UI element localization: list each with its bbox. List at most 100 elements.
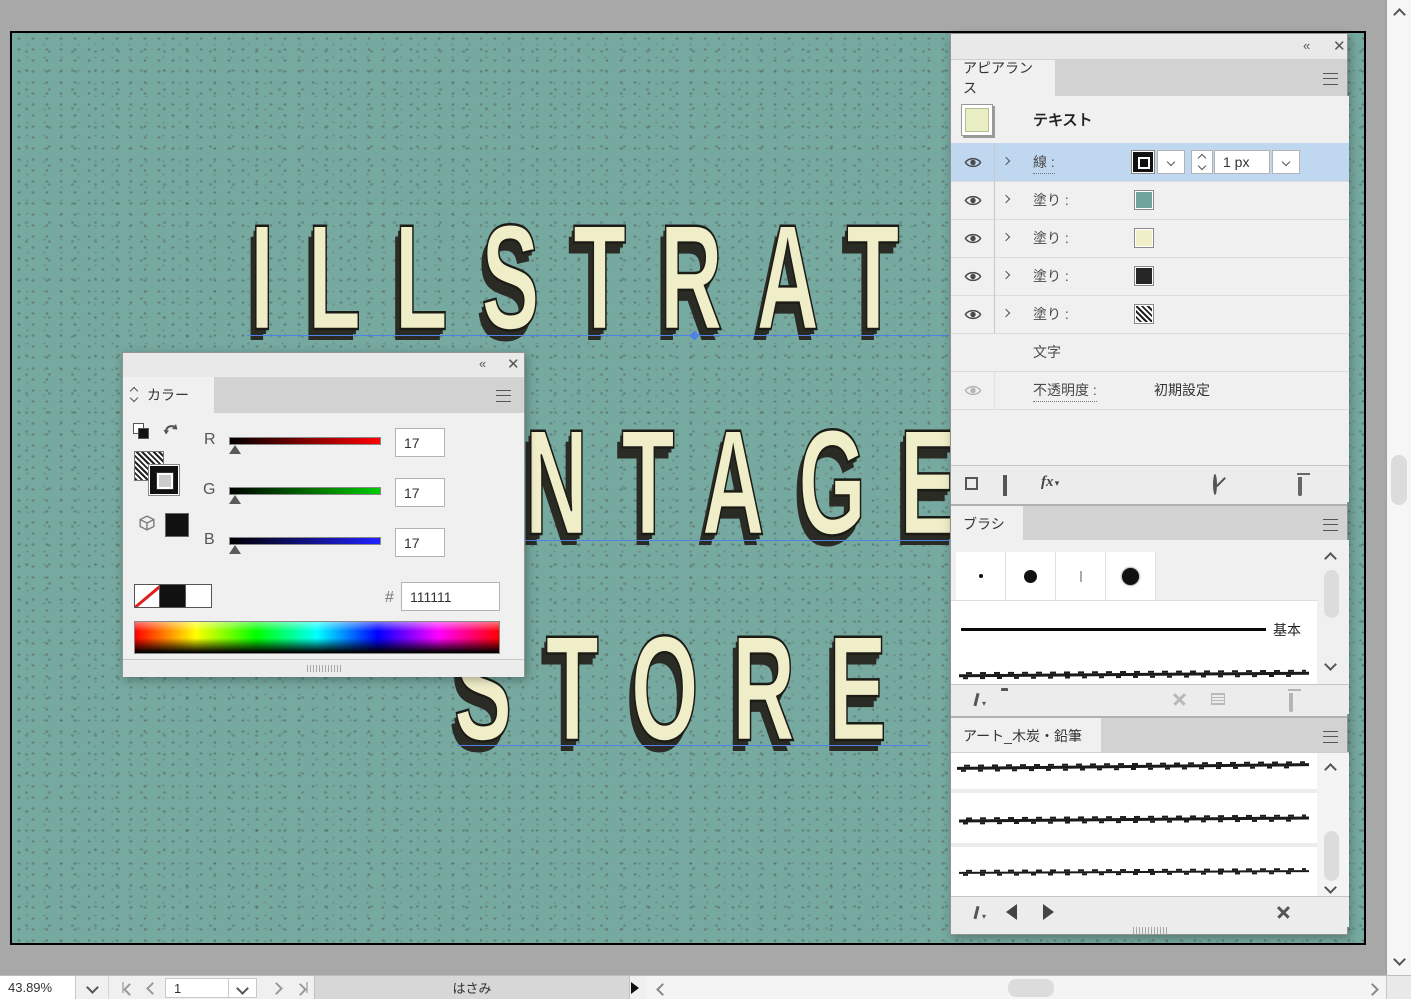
brush-libraries-caret-icon[interactable]: ▾ [982, 699, 986, 708]
appearance-row-characters[interactable]: 文字 [951, 333, 1349, 372]
last-artboard-icon[interactable] [296, 982, 308, 997]
fill-pattern-swatch[interactable] [1134, 304, 1154, 324]
stroke-width-stepper[interactable] [1191, 150, 1213, 174]
collapse-panel-icon[interactable]: « [479, 356, 484, 371]
channel-g-slider[interactable] [229, 487, 381, 495]
zoom-level-field[interactable]: 43.89% [0, 976, 76, 999]
channel-r-input[interactable]: 17 [395, 428, 445, 457]
appearance-row-opacity[interactable]: 不透明度 : 初期設定 [951, 371, 1349, 410]
visibility-eye-icon[interactable] [951, 371, 995, 409]
expand-chevron-icon[interactable] [1002, 195, 1010, 203]
channel-b-input[interactable]: 17 [395, 528, 445, 557]
delete-brush-icon[interactable] [1289, 693, 1293, 712]
scroll-down-icon[interactable] [1324, 658, 1337, 671]
brush-item-dot-medium[interactable] [1006, 552, 1056, 600]
color-spectrum-bar[interactable] [134, 621, 500, 654]
scroll-up-icon[interactable] [1324, 763, 1337, 776]
headline-line-2[interactable]: NTAGE [525, 407, 991, 557]
stroke-color-swatch[interactable] [1131, 150, 1155, 174]
stroke-swatch-dropdown[interactable] [1157, 150, 1185, 174]
fill-label[interactable]: 塗り : [1033, 304, 1069, 324]
tab-brushes[interactable]: ブラシ [951, 506, 1023, 542]
color-panel-menu-icon[interactable] [496, 390, 511, 402]
add-new-stroke-icon[interactable] [965, 477, 978, 490]
channel-b-slider[interactable] [229, 537, 381, 545]
current-tool-indicator[interactable]: はさみ [314, 976, 630, 999]
scroll-left-icon[interactable] [656, 983, 669, 996]
horizontal-scrollbar-thumb[interactable] [1008, 979, 1054, 997]
brush-item-dot-small[interactable] [956, 552, 1006, 600]
fill-label[interactable]: 塗り : [1033, 266, 1069, 286]
opacity-label[interactable]: 不透明度 : [1033, 380, 1097, 402]
expand-chevron-icon[interactable] [1002, 233, 1010, 241]
scrollbar-thumb[interactable] [1324, 570, 1339, 618]
expand-chevron-icon[interactable] [1002, 309, 1010, 317]
scroll-right-icon[interactable] [1366, 983, 1379, 996]
scroll-up-icon[interactable] [1393, 8, 1406, 21]
brush-item-line-thin[interactable] [1056, 552, 1106, 600]
fill-color-swatch[interactable] [1134, 228, 1154, 248]
gamut-color-swatch[interactable] [165, 513, 189, 537]
tab-color[interactable]: カラー [123, 377, 214, 413]
fill-label[interactable]: 塗り : [1033, 228, 1069, 248]
stroke-label[interactable]: 線 : [1033, 152, 1055, 174]
add-effect-icon[interactable]: fx ▾ [1041, 474, 1059, 491]
art-brush-item-2[interactable] [951, 789, 1319, 847]
white-swatch[interactable] [186, 584, 212, 608]
channel-r-slider-thumb[interactable] [229, 445, 241, 454]
visibility-eye-icon[interactable] [951, 257, 995, 295]
clear-appearance-icon[interactable] [1213, 474, 1217, 495]
add-new-fill-icon[interactable] [1003, 475, 1007, 496]
next-library-icon[interactable] [1043, 904, 1054, 920]
previous-artboard-icon[interactable] [146, 982, 159, 995]
brushes-scrollbar[interactable] [1317, 540, 1349, 684]
scroll-up-icon[interactable] [1324, 552, 1337, 565]
headline-line-1[interactable]: ILLSTRAT [250, 202, 933, 352]
status-flyout-arrow-icon[interactable] [631, 982, 639, 994]
previous-library-icon[interactable] [1006, 904, 1017, 920]
vertical-scrollbar[interactable] [1386, 0, 1411, 975]
scroll-down-icon[interactable] [1324, 881, 1337, 894]
tab-appearance[interactable]: アピアランス [951, 60, 1055, 96]
art-brushes-panel-menu-icon[interactable] [1323, 731, 1338, 743]
artboard-number-field[interactable]: 1 [165, 978, 229, 998]
fill-label[interactable]: 塗り : [1033, 190, 1069, 210]
appearance-panel-menu-icon[interactable] [1323, 73, 1338, 85]
fill-color-swatch[interactable] [1134, 266, 1154, 286]
art-brushes-scrollbar[interactable] [1317, 753, 1349, 897]
brush-options-icon[interactable] [1211, 693, 1225, 705]
stroke-width-dropdown[interactable] [1272, 150, 1300, 174]
visibility-eye-icon[interactable] [951, 181, 995, 219]
expand-chevron-icon[interactable] [1002, 271, 1010, 279]
fill-color-swatch[interactable] [1134, 190, 1154, 210]
artboard-dropdown[interactable] [229, 978, 257, 998]
black-swatch[interactable] [160, 584, 186, 608]
visibility-eye-icon[interactable] [951, 143, 995, 181]
dock-resize-handle[interactable] [951, 926, 1349, 935]
close-panel-icon[interactable]: ✕ [507, 355, 520, 373]
brush-libraries-caret-icon[interactable]: ▾ [982, 912, 986, 921]
expand-chevron-icon[interactable] [1002, 157, 1010, 165]
brush-item-charcoal-partial[interactable] [951, 659, 1319, 684]
delete-item-icon[interactable] [1298, 477, 1302, 496]
channel-g-slider-thumb[interactable] [229, 495, 241, 504]
swap-fill-stroke-icon[interactable] [163, 421, 179, 435]
next-artboard-icon[interactable] [270, 982, 283, 995]
art-brush-item-1[interactable] [951, 753, 1319, 789]
appearance-row-stroke[interactable]: 線 : 1 px [951, 143, 1349, 182]
brushes-panel-menu-icon[interactable] [1323, 519, 1338, 531]
scrollbar-thumb[interactable] [1324, 831, 1339, 881]
stroke-width-value[interactable]: 1 px [1214, 150, 1270, 174]
scroll-down-icon[interactable] [1393, 953, 1406, 966]
appearance-target-row[interactable]: テキスト [951, 96, 1349, 144]
color-panel-resize-handle[interactable] [123, 659, 524, 677]
characters-label[interactable]: 文字 [1033, 342, 1061, 362]
visibility-eye-icon[interactable] [951, 219, 995, 257]
appearance-row-fill-1[interactable]: 塗り : [951, 181, 1349, 220]
appearance-row-fill-4[interactable]: 塗り : [951, 295, 1349, 334]
cycle-color-mode-icon[interactable] [131, 388, 137, 401]
channel-r-slider[interactable] [229, 437, 381, 445]
visibility-eye-icon[interactable] [951, 295, 995, 333]
collapse-panel-icon[interactable]: « [1303, 38, 1308, 53]
brush-item-dot-large[interactable] [1106, 552, 1156, 600]
